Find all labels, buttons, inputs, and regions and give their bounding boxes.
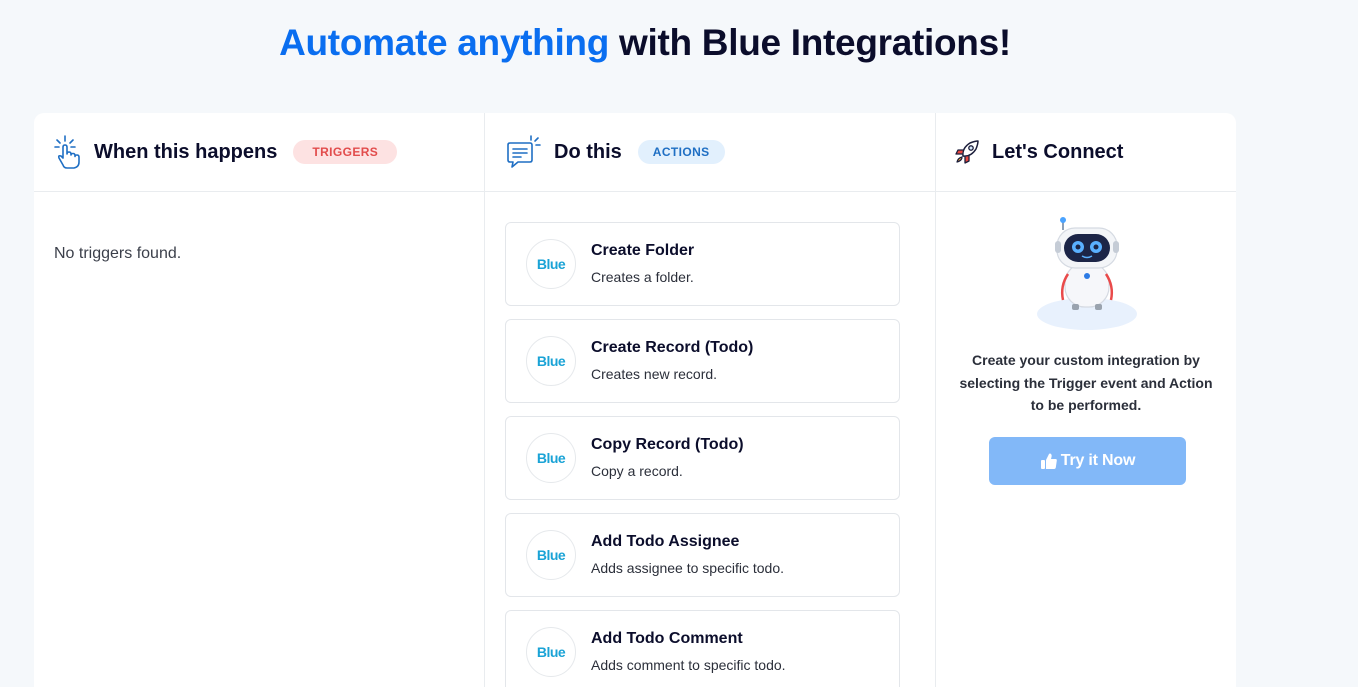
rocket-icon [954,134,980,170]
try-it-now-button[interactable]: Try it Now [989,437,1186,485]
blue-logo: Blue [526,336,576,386]
try-it-now-label: Try it Now [1060,452,1136,469]
action-card-create-folder[interactable]: Blue Create Folder Creates a folder. [505,222,900,306]
page-title-accent: Automate anything [279,22,610,63]
action-card-add-todo-comment[interactable]: Blue Add Todo Comment Adds comment to sp… [505,610,900,687]
connect-title: Let's Connect [992,140,1124,163]
action-title: Add Todo Assignee [591,532,740,550]
action-description: Adds comment to specific todo. [591,656,786,673]
action-description: Adds assignee to specific todo. [591,559,785,576]
action-description: Creates a folder. [591,268,694,285]
actions-title: Do this [554,140,622,163]
integration-builder-panel: When this happens TRIGGERS No triggers f… [34,113,1236,687]
action-title: Copy Record (Todo) [591,435,744,453]
actions-header: Do this ACTIONS [485,113,935,192]
connect-header: Let's Connect [936,113,1236,192]
action-title: Create Record (Todo) [591,338,754,356]
blue-logo: Blue [526,627,576,677]
tap-hand-icon [52,134,82,170]
thumbs-up-icon [1040,452,1058,470]
actions-list: Blue Create Folder Creates a folder. Blu… [505,222,900,687]
action-card-copy-record[interactable]: Blue Copy Record (Todo) Copy a record. [505,416,900,500]
robot-illustration [1032,216,1142,332]
connect-column: Let's Connect Create your custom integra… [936,113,1236,687]
action-description: Creates new record. [591,365,718,382]
action-card-create-record[interactable]: Blue Create Record (Todo) Creates new re… [505,319,900,403]
action-title: Create Folder [591,241,695,259]
blue-logo: Blue [526,239,576,289]
actions-badge: ACTIONS [637,140,725,164]
triggers-title: When this happens [94,140,278,163]
action-description: Copy a record. [591,462,683,479]
action-title: Add Todo Comment [591,629,743,647]
triggers-header: When this happens TRIGGERS [34,113,484,192]
chat-bubble-icon [505,134,541,170]
blue-logo: Blue [526,433,576,483]
action-card-add-todo-assignee[interactable]: Blue Add Todo Assignee Adds assignee to … [505,513,900,597]
page-title-rest: with Blue Integrations! [609,22,1011,63]
triggers-badge: TRIGGERS [293,140,398,164]
blue-logo: Blue [526,530,576,580]
no-triggers-message: No triggers found. [54,245,182,262]
triggers-column: When this happens TRIGGERS No triggers f… [34,113,485,687]
connect-description: Create your custom integration by select… [959,352,1213,413]
actions-column: Do this ACTIONS Blue Create Folder Creat… [485,113,936,687]
page-title: Automate anything with Blue Integrations… [0,22,1290,64]
